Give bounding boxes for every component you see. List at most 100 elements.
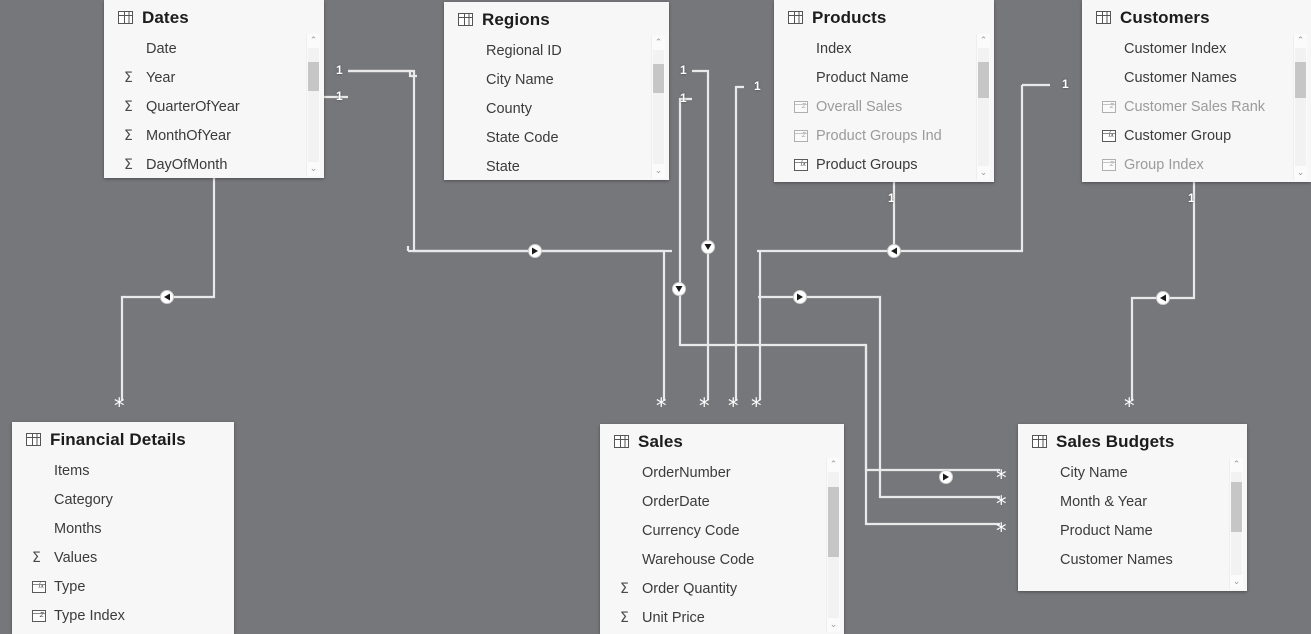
field-row[interactable]: State <box>444 152 669 180</box>
table-scrollbar-products[interactable]: ⌃ ⌄ <box>976 34 990 180</box>
table-scrollbar-regions[interactable]: ⌃ ⌄ <box>651 36 665 178</box>
scroll-up-icon[interactable]: ⌃ <box>1230 458 1243 472</box>
scroll-up-icon[interactable]: ⌃ <box>1294 34 1307 48</box>
scroll-up-icon[interactable]: ⌃ <box>652 36 665 50</box>
field-row[interactable]: Regional ID <box>444 36 669 65</box>
field-name: Unit Price <box>642 609 705 626</box>
field-row[interactable]: fx Product Groups <box>774 150 994 179</box>
field-row[interactable]: Σ MonthOfYear <box>104 121 324 150</box>
field-row[interactable]: Customer Index <box>1082 34 1311 63</box>
field-row[interactable]: fx Type <box>12 572 234 601</box>
field-row[interactable]: Σ Overall Sales <box>774 92 994 121</box>
scroll-down-icon[interactable]: ⌄ <box>1294 166 1307 180</box>
scroll-down-icon[interactable]: ⌄ <box>652 164 665 178</box>
table-header-sales[interactable]: Sales <box>600 424 844 458</box>
table-scrollbar-customers[interactable]: ⌃ ⌄ <box>1293 34 1307 180</box>
field-row[interactable]: OrderNumber <box>600 458 844 487</box>
field-row[interactable]: Months <box>12 514 234 543</box>
scroll-down-icon[interactable]: ⌄ <box>977 166 990 180</box>
cardinality-one-label: 1 <box>680 63 687 77</box>
field-row[interactable]: Product Name <box>774 63 994 92</box>
scrollbar-track[interactable] <box>1231 472 1242 575</box>
field-list: Date Σ Year Σ QuarterOfYear Σ MonthOfYear Σ DayO… <box>104 34 324 178</box>
field-row[interactable]: Σ Type Index <box>12 601 234 630</box>
table-card-dates[interactable]: Dates Date Σ Year Σ QuarterOfYear Σ MonthOfYear… <box>104 0 324 178</box>
table-card-financial-details[interactable]: Financial Details Items Category Months Σ Val… <box>12 422 234 634</box>
scroll-up-icon[interactable]: ⌃ <box>307 34 320 48</box>
table-header-regions[interactable]: Regions <box>444 2 669 36</box>
field-name: Currency Code <box>642 522 740 539</box>
field-row[interactable]: Σ QuarterOfYear <box>104 92 324 121</box>
table-field-list-customers: Customer Index Customer Names Σ Customer Sa… <box>1082 34 1311 182</box>
scrollbar-track[interactable] <box>978 48 989 166</box>
field-name: Customer Names <box>1124 69 1237 86</box>
field-row[interactable]: Σ Order Quantity <box>600 574 844 603</box>
scrollbar-track[interactable] <box>828 472 839 618</box>
field-row[interactable]: Σ Unit Price <box>600 603 844 632</box>
field-row[interactable]: Customer Names <box>1082 63 1311 92</box>
scrollbar-track[interactable] <box>308 48 319 162</box>
field-row[interactable]: City Name <box>1018 458 1247 487</box>
field-row[interactable]: Σ Customer Sales Rank <box>1082 92 1311 121</box>
table-header-financial-details[interactable]: Financial Details <box>12 422 234 456</box>
field-row[interactable]: Index <box>774 34 994 63</box>
sigma-icon: Σ <box>32 549 41 566</box>
table-card-regions[interactable]: Regions Regional ID City Name County State C… <box>444 2 669 180</box>
table-header-customers[interactable]: Customers <box>1082 0 1311 34</box>
field-row[interactable]: County <box>444 94 669 123</box>
field-row[interactable]: OrderDate <box>600 487 844 516</box>
field-row[interactable]: City Name <box>444 65 669 94</box>
scrollbar-thumb[interactable] <box>978 62 989 98</box>
table-scrollbar-sales-budgets[interactable]: ⌃ ⌄ <box>1229 458 1243 589</box>
cardinality-one-label: 1 <box>1062 77 1069 91</box>
scrollbar-track[interactable] <box>1295 48 1306 166</box>
sigma-icon: Σ <box>620 580 629 597</box>
field-row[interactable]: Σ DayOfMonth <box>104 150 324 178</box>
scroll-up-icon[interactable]: ⌃ <box>977 34 990 48</box>
scrollbar-thumb[interactable] <box>828 486 839 557</box>
scrollbar-thumb[interactable] <box>308 61 319 92</box>
table-icon <box>614 435 629 448</box>
model-view-canvas[interactable]: 11111111 * * * * * * * * * Dates Date Σ Year Σ Quarte… <box>0 0 1311 634</box>
scrollbar-thumb[interactable] <box>1295 62 1306 98</box>
scrollbar-thumb[interactable] <box>1231 482 1242 532</box>
field-row[interactable]: Month & Year <box>1018 487 1247 516</box>
table-card-products[interactable]: Products Index Product Name Σ Overall Sales Σ… <box>774 0 994 182</box>
table-header-products[interactable]: Products <box>774 0 994 34</box>
field-row[interactable]: Customer Names <box>1018 545 1247 574</box>
field-row[interactable]: fx Customer Group <box>1082 121 1311 150</box>
scrollbar-track[interactable] <box>653 50 664 164</box>
scroll-down-icon[interactable]: ⌄ <box>307 162 320 176</box>
table-field-list-sales-budgets: City Name Month & Year Product Name Custome… <box>1018 458 1247 591</box>
table-header-dates[interactable]: Dates <box>104 0 324 34</box>
field-row[interactable]: Σ Values <box>12 543 234 572</box>
table-field-list-dates: Date Σ Year Σ QuarterOfYear Σ MonthOfYear Σ DayO… <box>104 34 324 178</box>
scroll-up-icon[interactable]: ⌃ <box>827 458 840 472</box>
cardinality-many-label: * <box>728 394 739 418</box>
field-row[interactable]: Currency Code <box>600 516 844 545</box>
scroll-down-icon[interactable]: ⌄ <box>1230 575 1243 589</box>
field-row[interactable]: Σ Year <box>104 63 324 92</box>
sigma-icon: Σ <box>124 69 133 86</box>
field-row[interactable]: State Code <box>444 123 669 152</box>
table-card-sales-budgets[interactable]: Sales Budgets City Name Month & Year Produc… <box>1018 424 1247 591</box>
field-name: Items <box>54 462 90 479</box>
filter-arrow-right-budgets <box>939 470 953 484</box>
table-card-sales[interactable]: Sales OrderNumber OrderDate Currency Code Wa… <box>600 424 844 634</box>
field-row[interactable]: Date <box>104 34 324 63</box>
field-row[interactable]: Items <box>12 456 234 485</box>
field-name: Year <box>146 69 176 86</box>
field-row[interactable]: Warehouse Code <box>600 545 844 574</box>
scrollbar-thumb[interactable] <box>653 63 664 94</box>
table-scrollbar-dates[interactable]: ⌃ ⌄ <box>306 34 320 176</box>
field-row[interactable]: Σ Group Index <box>1082 150 1311 179</box>
table-icon <box>118 11 133 24</box>
field-row[interactable]: Product Name <box>1018 516 1247 545</box>
table-scrollbar-sales[interactable]: ⌃ ⌄ <box>826 458 840 632</box>
field-row[interactable]: Category <box>12 485 234 514</box>
scroll-down-icon[interactable]: ⌄ <box>827 618 840 632</box>
field-row[interactable]: Σ Product Groups Ind <box>774 121 994 150</box>
table-card-customers[interactable]: Customers Customer Index Customer Names Σ Cu… <box>1082 0 1311 182</box>
table-icon <box>1032 435 1047 448</box>
table-header-sales-budgets[interactable]: Sales Budgets <box>1018 424 1247 458</box>
